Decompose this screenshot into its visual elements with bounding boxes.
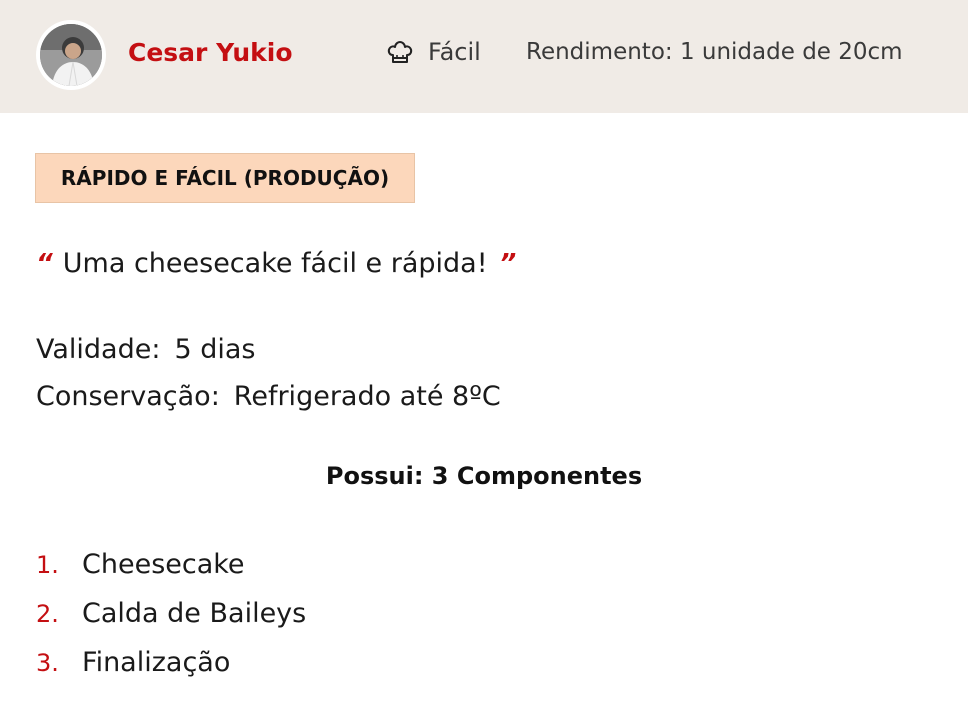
- recipe-header: Cesar Yukio Fácil Rendimento: 1 unidade …: [0, 0, 968, 113]
- quote-text: Uma cheesecake fácil e rápida!: [62, 248, 488, 279]
- validade-row: Validade: 5 dias: [36, 334, 255, 365]
- conservacao-row: Conservação: Refrigerado até 8ºC: [36, 381, 501, 412]
- chef-hat-icon: [387, 41, 413, 63]
- validade-label: Validade:: [36, 334, 161, 365]
- author-name[interactable]: Cesar Yukio: [128, 38, 293, 67]
- avatar[interactable]: [36, 20, 106, 90]
- conservacao-value: Refrigerado até 8ºC: [233, 381, 501, 412]
- list-item[interactable]: 1. Cheesecake: [36, 540, 306, 589]
- category-badge-label: RÁPIDO E FÁCIL (PRODUÇÃO): [60, 166, 390, 190]
- open-quote-icon: “: [36, 248, 53, 279]
- list-item-label: Finalização: [82, 647, 231, 678]
- conservacao-label: Conservação:: [36, 381, 220, 412]
- components-title: Possui: 3 Componentes: [325, 462, 643, 490]
- list-item-label: Calda de Baileys: [82, 598, 307, 629]
- difficulty-label: Fácil: [428, 38, 481, 66]
- recipe-quote: “ Uma cheesecake fácil e rápida! ”: [36, 248, 516, 279]
- list-item-number: 1.: [36, 550, 59, 579]
- validade-value: 5 dias: [174, 334, 256, 365]
- category-badge: RÁPIDO E FÁCIL (PRODUÇÃO): [35, 153, 415, 203]
- list-item[interactable]: 2. Calda de Baileys: [36, 589, 306, 638]
- components-list: 1. Cheesecake 2. Calda de Baileys 3. Fin…: [36, 540, 306, 687]
- yield-text: Rendimento: 1 unidade de 20cm: [526, 39, 903, 65]
- avatar-photo: [40, 24, 102, 86]
- list-item-number: 2.: [36, 599, 59, 628]
- difficulty: Fácil: [386, 38, 481, 66]
- list-item[interactable]: 3. Finalização: [36, 638, 306, 687]
- close-quote-icon: ”: [499, 248, 517, 279]
- list-item-number: 3.: [36, 648, 59, 677]
- list-item-label: Cheesecake: [82, 549, 245, 580]
